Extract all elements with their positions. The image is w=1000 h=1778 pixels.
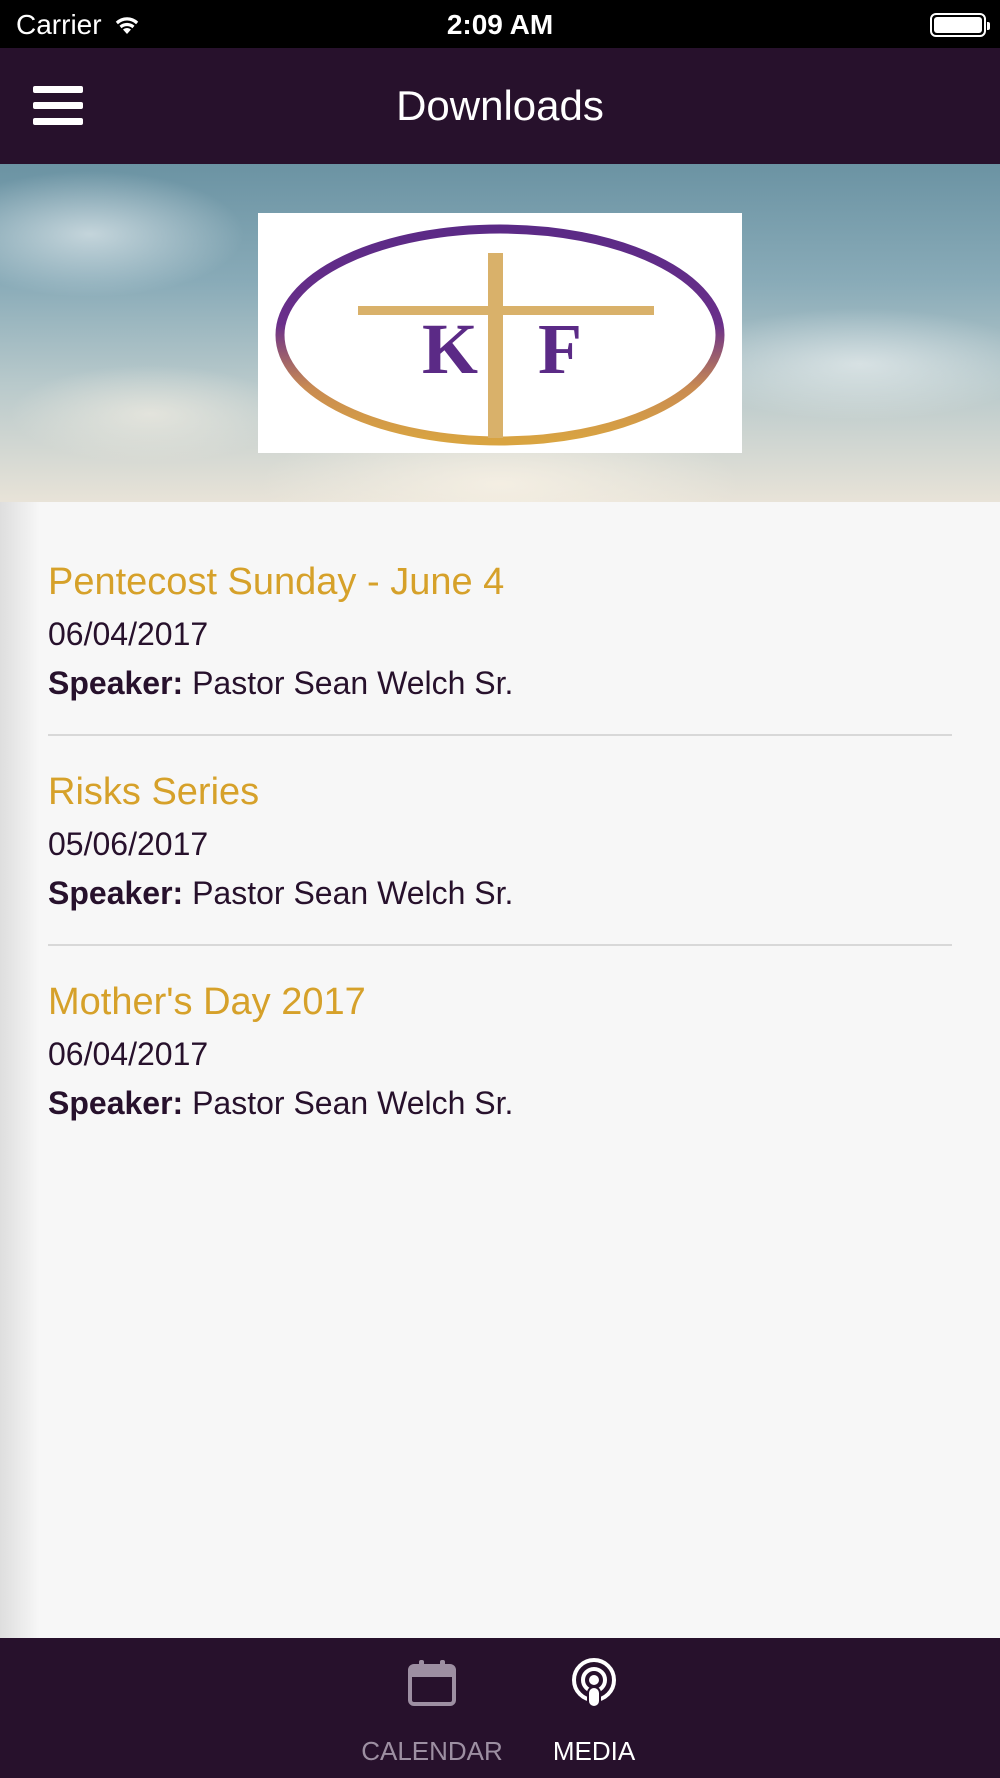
speaker-label: Speaker: (48, 665, 184, 701)
sermon-title[interactable]: Pentecost Sunday - June 4 (48, 556, 952, 608)
navigation-bar: Downloads (0, 48, 1000, 164)
tab-calendar[interactable]: CALENDAR (357, 1638, 507, 1778)
status-time: 2:09 AM (446, 9, 554, 40)
tab-bar: CALENDAR MEDIA (0, 1638, 1000, 1778)
menu-line (33, 86, 83, 93)
logo-letter-k: K (422, 309, 478, 389)
calendar-icon (408, 1660, 456, 1706)
tab-media[interactable]: MEDIA (519, 1638, 669, 1778)
list-item[interactable]: Pentecost Sunday - June 4 06/04/2017 Spe… (48, 556, 952, 736)
speaker-name: Pastor Sean Welch Sr. (192, 665, 514, 701)
speaker-name: Pastor Sean Welch Sr. (192, 875, 514, 911)
speaker-label: Speaker: (48, 875, 184, 911)
battery-icon (930, 13, 990, 37)
church-logo: K F (258, 213, 742, 453)
podcast-icon (572, 1658, 616, 1708)
logo-graphic: K F (275, 224, 725, 446)
sermon-title[interactable]: Risks Series (48, 766, 952, 818)
sermon-speaker: Speaker: Pastor Sean Welch Sr. (48, 868, 952, 918)
tab-label: MEDIA (552, 1736, 636, 1766)
menu-line (33, 102, 83, 109)
divider (48, 944, 952, 946)
page-title: Downloads (396, 82, 604, 129)
tab-label: CALENDAR (361, 1736, 503, 1766)
hamburger-menu-button[interactable] (30, 82, 86, 130)
divider (48, 734, 952, 736)
speaker-name: Pastor Sean Welch Sr. (192, 1085, 514, 1121)
menu-line (33, 118, 83, 125)
sermon-date: 06/04/2017 (48, 616, 209, 652)
sermon-date: 06/04/2017 (48, 1036, 209, 1072)
status-bar: Carrier 2:09 AM (0, 0, 1000, 48)
downloads-list: Pentecost Sunday - June 4 06/04/2017 Spe… (0, 502, 1000, 1638)
sermon-date: 05/06/2017 (48, 826, 209, 862)
list-item[interactable]: Mother's Day 2017 06/04/2017 Speaker: Pa… (48, 976, 952, 1128)
sermon-speaker: Speaker: Pastor Sean Welch Sr. (48, 1078, 952, 1128)
header-banner: K F (0, 164, 1000, 502)
sermon-speaker: Speaker: Pastor Sean Welch Sr. (48, 658, 952, 708)
speaker-label: Speaker: (48, 1085, 184, 1121)
logo-letter-f: F (538, 309, 582, 389)
sermon-title[interactable]: Mother's Day 2017 (48, 976, 952, 1028)
list-item[interactable]: Risks Series 05/06/2017 Speaker: Pastor … (48, 766, 952, 946)
